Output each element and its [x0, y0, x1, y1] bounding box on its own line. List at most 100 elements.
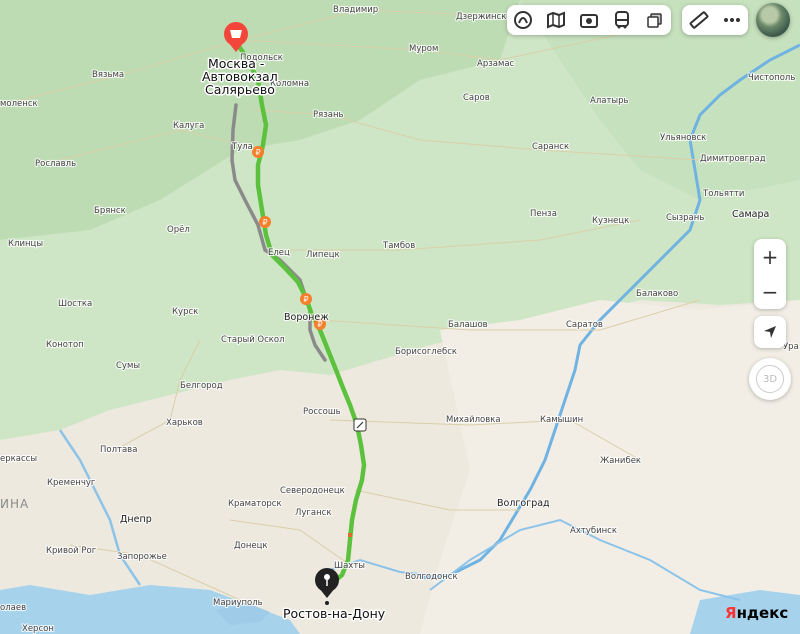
- toll-paper-icon: [353, 418, 367, 432]
- compass-button[interactable]: 3D: [749, 358, 791, 400]
- more-button[interactable]: [715, 5, 748, 35]
- city-kuznetsk: Кузнецк: [592, 216, 629, 226]
- toll-icon: ₽: [300, 293, 312, 305]
- city-stary-oskol: Старый Оскол: [221, 335, 285, 345]
- layers-button[interactable]: [507, 5, 540, 35]
- city-dzerzhinsk: Дзержинск: [456, 12, 506, 22]
- city-lipetsk: Липецк: [306, 250, 340, 260]
- city-mariupol: Мариуполь: [213, 598, 263, 608]
- city-shakhty: Шахты: [334, 561, 365, 571]
- traffic-icon: [514, 11, 533, 29]
- toll-icon: ₽: [252, 146, 264, 158]
- tools-toolbar: [682, 5, 748, 35]
- city-mikhaylovka: Михайловка: [446, 415, 501, 425]
- city-nikolaev: олаев: [0, 603, 26, 613]
- zoom-out-button[interactable]: −: [754, 274, 786, 309]
- city-konotop: Конотоп: [46, 340, 84, 350]
- avatar[interactable]: [756, 3, 790, 37]
- city-ura: Ура: [783, 342, 799, 352]
- city-rossosh: Россошь: [303, 407, 341, 417]
- city-tolyatti: Тольятти: [702, 189, 744, 199]
- city-dimitrovgrad: Димитровград: [700, 154, 766, 164]
- city-arzamas: Арзамас: [477, 59, 515, 69]
- copy-button[interactable]: [638, 5, 671, 35]
- svg-text:₽: ₽: [262, 218, 267, 227]
- logo-first-letter: Я: [725, 604, 737, 622]
- map-canvas[interactable]: ₽ ₽ ₽ ₽ Владимир Дзержинск Муром Арзамас…: [0, 0, 800, 634]
- more-icon: [723, 18, 740, 22]
- city-oryol: Орёл: [167, 225, 190, 235]
- city-klintsy: Клинцы: [8, 239, 43, 249]
- toll-icon: ₽: [259, 216, 271, 228]
- city-vyazma: Вязьма: [92, 70, 124, 80]
- city-syzran: Сызрань: [666, 213, 704, 223]
- city-kremenchug: Кременчуг: [47, 478, 96, 488]
- ruler-button[interactable]: [682, 5, 715, 35]
- city-borisoglebsk: Борисоглебск: [395, 347, 457, 357]
- origin-label-line3: Салярьево: [205, 82, 275, 97]
- bus-icon: [230, 30, 242, 38]
- city-ulyanovsk: Ульяновск: [660, 133, 706, 143]
- camera-icon: [579, 14, 598, 28]
- city-kursk: Курск: [172, 307, 198, 317]
- svg-text:₽: ₽: [255, 148, 260, 157]
- city-yelets: Елец: [268, 248, 290, 258]
- city-shostka: Шостка: [58, 299, 92, 309]
- city-vladimir: Владимир: [333, 5, 378, 15]
- layers-icon: [646, 13, 662, 28]
- city-samara: Самара: [732, 209, 769, 220]
- yandex-logo: Яндекс: [725, 604, 788, 622]
- roadwork-marker: [348, 533, 352, 537]
- city-sumy: Сумы: [116, 361, 140, 371]
- city-dnepr: Днепр: [120, 514, 152, 525]
- city-alatyr: Алатырь: [590, 96, 629, 106]
- city-zaporozhye: Запорожье: [117, 552, 167, 562]
- city-sarov: Саров: [463, 93, 490, 103]
- city-donetsk: Донецк: [234, 541, 268, 551]
- city-kharkov: Харьков: [166, 418, 203, 428]
- panorama-button[interactable]: [573, 5, 606, 35]
- steppe: [420, 300, 800, 634]
- city-penza: Пенза: [530, 209, 557, 219]
- city-volgograd: Волгоград: [497, 498, 550, 509]
- city-balashov: Балашов: [448, 320, 488, 330]
- city-smolensk: моленск: [0, 99, 38, 109]
- city-roslavl: Рославль: [35, 159, 76, 169]
- city-krivoy-rog: Кривой Рог: [46, 546, 97, 556]
- transport-button[interactable]: [605, 5, 638, 35]
- bus-icon: [614, 11, 629, 29]
- map-icon: [547, 11, 566, 29]
- city-murom: Муром: [409, 44, 438, 54]
- city-saratov: Саратов: [566, 320, 603, 330]
- zoom-in-button[interactable]: +: [754, 239, 786, 274]
- city-voronezh: Воронеж: [284, 312, 329, 323]
- compass-3d-label: 3D: [756, 365, 784, 393]
- city-poltava: Полтава: [100, 445, 137, 455]
- pin-icon: [324, 574, 330, 580]
- city-zhanibek: Жанибек: [600, 456, 641, 466]
- city-saransk: Саранск: [532, 142, 569, 152]
- city-kaluga: Калуга: [173, 121, 204, 131]
- city-kherson: Херсон: [22, 624, 54, 634]
- map-type-button[interactable]: [540, 5, 573, 35]
- ruler-icon: [689, 11, 708, 29]
- city-cherkassy: еркассы: [0, 454, 37, 464]
- logo-rest: ндекс: [736, 604, 789, 622]
- city-belgorod: Белгород: [180, 381, 223, 391]
- country-label: ИНА: [0, 497, 29, 511]
- city-volgodonsk: Волгодонск: [405, 572, 458, 582]
- city-akhtubinsk: Ахтубинск: [570, 526, 617, 536]
- destination-label: Ростов-на-Дону: [283, 606, 386, 621]
- svg-text:₽: ₽: [303, 295, 308, 304]
- layers-toolbar: [507, 5, 671, 35]
- city-ryazan: Рязань: [313, 110, 344, 120]
- zoom-control: + −: [754, 239, 786, 309]
- city-chistopol: Чистополь: [748, 73, 795, 83]
- city-kamyshin: Камышин: [540, 415, 583, 425]
- locate-button[interactable]: [754, 316, 786, 348]
- city-bryansk: Брянск: [94, 206, 126, 216]
- city-severodonetsk: Северодонецк: [280, 486, 345, 496]
- navigation-arrow-icon: [764, 326, 776, 338]
- city-balakovo: Балаково: [636, 289, 678, 299]
- city-tula: Тула: [231, 142, 253, 152]
